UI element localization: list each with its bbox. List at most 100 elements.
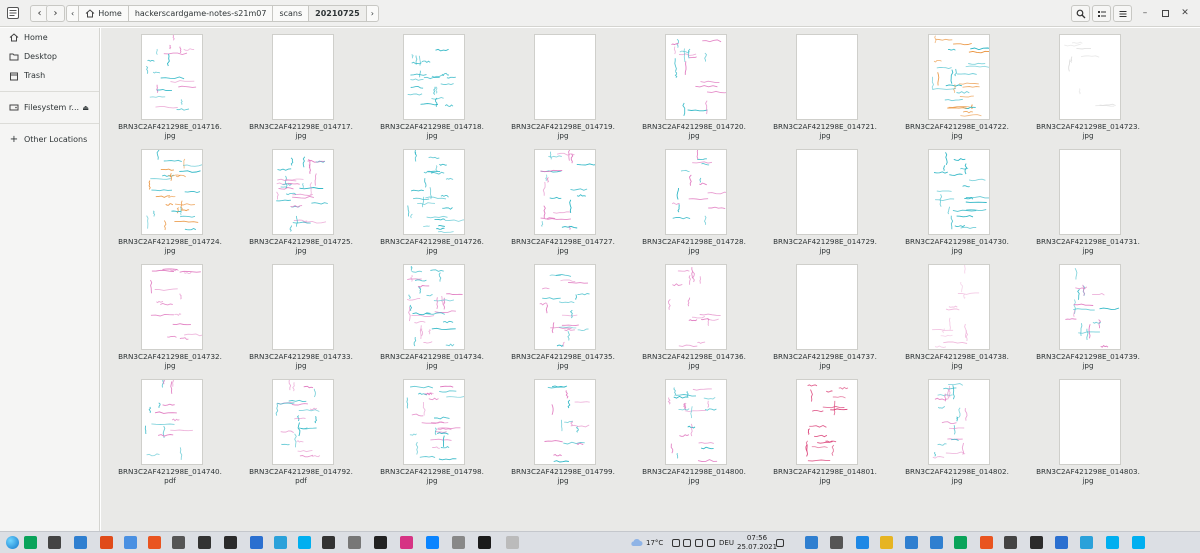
file-name-base: BRN3C2AF421298E_014723. <box>1036 122 1140 131</box>
file-item[interactable]: BRN3C2AF421298E_014733. jpg <box>235 258 367 372</box>
file-item[interactable]: BRN3C2AF421298E_014721. jpg <box>759 28 891 142</box>
sidebar-item-other-locations[interactable]: + Other Locations <box>0 130 99 149</box>
file-item[interactable]: BRN3C2AF421298E_014725. jpg <box>235 143 367 257</box>
sketch-icon[interactable] <box>400 536 413 549</box>
vpn-icon[interactable] <box>224 536 237 549</box>
file-item[interactable]: BRN3C2AF421298E_014730. jpg <box>891 143 1023 257</box>
notification-icon[interactable] <box>776 539 784 547</box>
minimize-button[interactable]: – <box>1138 6 1152 20</box>
mail-icon-right[interactable] <box>930 536 943 549</box>
view-toggle-button[interactable] <box>1092 5 1111 22</box>
menu-button[interactable] <box>1113 5 1132 22</box>
close-button[interactable]: ✕ <box>1178 6 1192 20</box>
search-icon-right[interactable] <box>830 536 843 549</box>
volume-icon[interactable] <box>695 539 703 547</box>
file-item[interactable]: BRN3C2AF421298E_014798. jpg <box>366 373 498 487</box>
breadcrumb-folder[interactable]: hackerscardgame-notes-s21m07 <box>129 6 274 21</box>
notes-icon[interactable] <box>452 536 465 549</box>
x-icon[interactable] <box>374 536 387 549</box>
file-item[interactable]: BRN3C2AF421298E_014800. jpg <box>628 373 760 487</box>
explorer-icon-right[interactable] <box>880 536 893 549</box>
file-item[interactable]: BRN3C2AF421298E_014722. jpg <box>891 28 1023 142</box>
file-item[interactable]: BRN3C2AF421298E_014736. jpg <box>628 258 760 372</box>
edge-icon[interactable] <box>24 536 37 549</box>
inkscape-icon-right[interactable] <box>1030 536 1043 549</box>
ubuntu-icon[interactable] <box>148 536 161 549</box>
file-item[interactable]: BRN3C2AF421298E_014729. jpg <box>759 143 891 257</box>
file-item[interactable]: BRN3C2AF421298E_014803. jpg <box>1022 373 1154 487</box>
file-item[interactable]: BRN3C2AF421298E_014731. jpg <box>1022 143 1154 257</box>
sidebar-separator <box>0 91 99 92</box>
ubuntu-icon-right[interactable] <box>980 536 993 549</box>
chrome-icon-right[interactable] <box>954 536 967 549</box>
edge-icon-right[interactable] <box>856 536 869 549</box>
sidebar-item-home[interactable]: Home <box>0 28 99 47</box>
desktop-icon <box>9 53 19 61</box>
console-icon[interactable] <box>478 536 491 549</box>
file-item[interactable]: BRN3C2AF421298E_014734. jpg <box>366 258 498 372</box>
telegram-icon[interactable] <box>274 536 287 549</box>
telegram-icon-right[interactable] <box>1106 536 1119 549</box>
windows-start-icon[interactable] <box>6 536 19 549</box>
network-icon[interactable] <box>683 539 691 547</box>
file-item[interactable]: BRN3C2AF421298E_014737. jpg <box>759 258 891 372</box>
chrome-icon[interactable] <box>124 536 137 549</box>
sidebar-item-trash[interactable]: Trash <box>0 66 99 85</box>
search-button[interactable] <box>1071 5 1090 22</box>
live-icon[interactable] <box>250 536 263 549</box>
app-icon[interactable] <box>172 536 185 549</box>
vr-icon[interactable] <box>348 536 361 549</box>
battery-icon[interactable] <box>707 539 715 547</box>
file-item[interactable]: BRN3C2AF421298E_014726. jpg <box>366 143 498 257</box>
file-item[interactable]: BRN3C2AF421298E_014718. jpg <box>366 28 498 142</box>
files-icon[interactable] <box>506 536 519 549</box>
breadcrumb-right-arrow[interactable]: › <box>367 6 378 21</box>
breadcrumb-left-arrow[interactable]: ‹ <box>67 6 80 21</box>
store-icon[interactable] <box>74 536 87 549</box>
chevron-up-icon[interactable] <box>672 539 680 547</box>
file-item[interactable]: BRN3C2AF421298E_014723. jpg <box>1022 28 1154 142</box>
file-item[interactable]: BRN3C2AF421298E_014717. jpg <box>235 28 367 142</box>
skype-icon[interactable] <box>298 536 311 549</box>
live-icon-right[interactable] <box>1080 536 1093 549</box>
sidebar-item-filesystem[interactable]: Filesystem r... ⏏ <box>0 98 99 117</box>
app-icon-right[interactable] <box>1004 536 1017 549</box>
clock-date[interactable]: 25.07.2021 <box>737 543 777 551</box>
clock-time[interactable]: 07:56 <box>745 534 769 542</box>
file-item[interactable]: BRN3C2AF421298E_014802. jpg <box>891 373 1023 487</box>
file-item[interactable]: BRN3C2AF421298E_014724. jpg <box>104 143 236 257</box>
file-item[interactable]: BRN3C2AF421298E_014728. jpg <box>628 143 760 257</box>
file-item[interactable]: BRN3C2AF421298E_014732. jpg <box>104 258 236 372</box>
file-item[interactable]: BRN3C2AF421298E_014735. jpg <box>497 258 629 372</box>
file-item[interactable]: BRN3C2AF421298E_014792. pdf <box>235 373 367 487</box>
explorer-icon[interactable] <box>48 536 61 549</box>
file-item[interactable]: BRN3C2AF421298E_014801. jpg <box>759 373 891 487</box>
file-item[interactable]: BRN3C2AF421298E_014716. jpg <box>104 28 236 142</box>
eject-icon[interactable]: ⏏ <box>82 104 89 112</box>
breadcrumb-scans[interactable]: scans <box>273 6 310 21</box>
files-app-icon[interactable] <box>6 6 20 20</box>
inkscape-icon[interactable] <box>198 536 211 549</box>
file-name-base: BRN3C2AF421298E_014732. <box>118 352 222 361</box>
forward-button[interactable]: › <box>46 5 65 22</box>
file-item[interactable]: BRN3C2AF421298E_014739. jpg <box>1022 258 1154 372</box>
sidebar-item-desktop[interactable]: Desktop <box>0 47 99 66</box>
store-icon-right[interactable] <box>905 536 918 549</box>
skype-icon-right[interactable] <box>1132 536 1145 549</box>
terminal-icon[interactable] <box>322 536 335 549</box>
windows-start-icon-right[interactable] <box>805 536 818 549</box>
weather-temp[interactable]: 17°C <box>646 539 663 547</box>
maximize-button[interactable] <box>1158 6 1172 20</box>
file-item[interactable]: BRN3C2AF421298E_014719. jpg <box>497 28 629 142</box>
file-item[interactable]: BRN3C2AF421298E_014727. jpg <box>497 143 629 257</box>
file-item[interactable]: BRN3C2AF421298E_014738. jpg <box>891 258 1023 372</box>
breadcrumb-current[interactable]: 20210725 <box>309 6 367 21</box>
file-item[interactable]: BRN3C2AF421298E_014799. jpg <box>497 373 629 487</box>
vpn-icon-right[interactable] <box>1055 536 1068 549</box>
file-item[interactable]: BRN3C2AF421298E_014740. pdf <box>104 373 236 487</box>
file-item[interactable]: BRN3C2AF421298E_014720. jpg <box>628 28 760 142</box>
mail-icon[interactable] <box>100 536 113 549</box>
breadcrumb-home[interactable]: Home <box>79 6 129 21</box>
edge2-icon[interactable] <box>426 536 439 549</box>
language-indicator[interactable]: DEU <box>719 539 734 547</box>
